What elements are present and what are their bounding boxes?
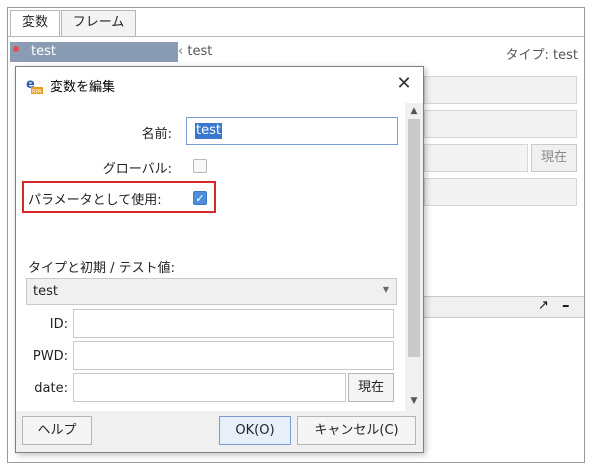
type-select-value: test [33,284,58,299]
type-init-label: タイプと初期 / テスト値: [28,261,176,276]
scroll-up-icon[interactable]: ▲ [405,104,423,118]
scroll-down-icon[interactable]: ▼ [405,394,423,408]
dialog-content: 名前: test グローバル: パラメータとして使用: ✓ タイプと初期 / テ… [16,103,405,411]
edit-variable-dialog: e RPA 変数を編集 ✕ 名前: test グローバル: パラメータとして使用… [15,66,424,453]
name-input[interactable]: test [186,117,398,145]
variable-list-item[interactable]: test [10,42,178,62]
dialog-title: 変数を編集 [50,80,116,95]
tab-divider [8,36,584,37]
use-as-param-label: パラメータとして使用: [28,193,162,208]
minimize-icon[interactable]: – [562,296,570,314]
bg-now-button[interactable]: 現在 [531,144,577,172]
pin-icon [13,46,19,52]
chevron-down-icon: ▼ [382,285,389,294]
bg-panel-bar: ↗ – [420,296,584,318]
id-label: ID: [49,317,68,332]
now-button[interactable]: 現在 [348,373,394,402]
detail-header: ‹ test [178,44,212,59]
chevron-left-icon[interactable]: ‹ [178,44,183,59]
name-label: 名前: [141,127,172,142]
detail-name: test [187,44,213,59]
name-value: test [195,123,222,139]
detail-type: タイプ: test [505,48,578,63]
app-logo-icon: e RPA [25,76,43,94]
dialog-titlebar: e RPA 変数を編集 ✕ [16,67,423,103]
type-select[interactable]: test ▼ [26,278,397,305]
scrollbar-thumb[interactable] [408,119,420,357]
ok-button[interactable]: OK(O) [219,416,291,445]
bg-field-2[interactable] [424,110,577,138]
tab-variables[interactable]: 変数 [10,10,60,37]
expand-icon[interactable]: ↗ [538,298,549,313]
id-field[interactable] [73,309,394,338]
global-checkbox[interactable] [193,159,207,173]
use-as-param-checkbox[interactable]: ✓ [193,191,207,205]
date-field[interactable] [73,373,346,402]
dialog-footer: ヘルプ OK(O) キャンセル(C) [16,411,423,452]
help-button[interactable]: ヘルプ [22,416,92,445]
global-label: グローバル: [102,162,172,177]
cancel-button[interactable]: キャンセル(C) [297,416,416,445]
svg-text:RPA: RPA [32,89,42,94]
bg-field-3[interactable] [424,144,528,172]
pwd-label: PWD: [32,349,68,364]
close-icon[interactable]: ✕ [392,73,416,97]
check-icon: ✓ [195,192,205,205]
bg-field-4[interactable] [424,178,577,206]
bg-field-1[interactable] [424,76,577,104]
pwd-field[interactable] [73,341,394,370]
tab-frames[interactable]: フレーム [61,10,136,36]
date-label: date: [34,381,68,396]
